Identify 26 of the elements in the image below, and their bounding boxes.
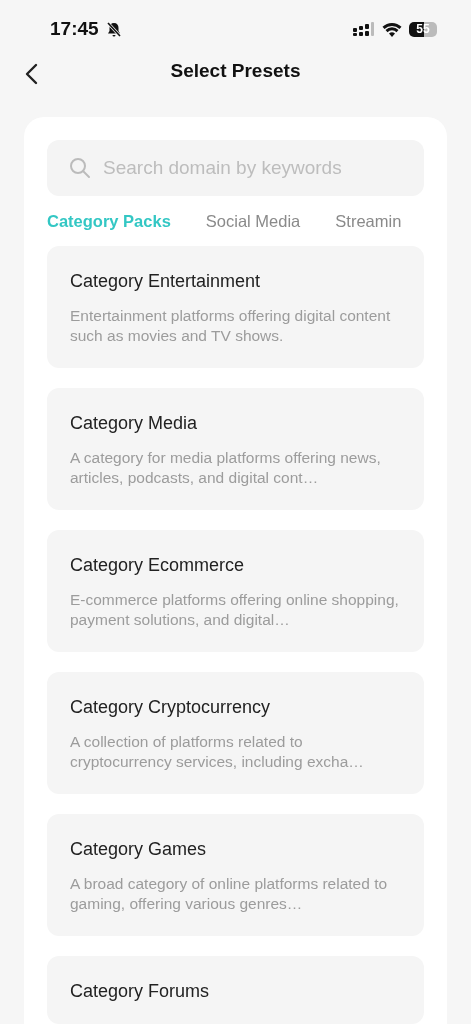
preset-description: A category for media platforms offering news, articles, podcasts, and digital cont… xyxy=(70,448,382,488)
preset-card[interactable]: Category Entertainment Entertainment platforms offering digital content such as movies and TV shows. xyxy=(47,246,424,368)
preset-card[interactable]: Category Cryptocurrency A collection of platforms related to cryptocurrency services, including excha… xyxy=(47,672,424,794)
category-tab[interactable]: Streamin xyxy=(335,211,402,231)
search-icon xyxy=(69,157,91,179)
status-time: 17:45 xyxy=(50,18,99,41)
preset-title: Category Cryptocurrency xyxy=(70,697,272,718)
preset-card[interactable]: Category Media A category for media platforms offering news, articles, podcasts, and digital cont… xyxy=(47,388,424,510)
preset-title: Category Forums xyxy=(70,981,211,1002)
preset-title: Category Media xyxy=(70,413,199,434)
preset-card[interactable]: Category Ecommerce E-commerce platforms offering online shopping, payment solutions, and digital… xyxy=(47,530,424,652)
preset-card[interactable]: Category Games A broad category of online platforms related to gaming, offering various genres… xyxy=(47,814,424,936)
preset-description: A collection of platforms related to cryptocurrency services, including excha… xyxy=(70,732,365,772)
category-tab[interactable]: Social Media xyxy=(205,211,301,231)
signal-icon xyxy=(353,22,375,37)
preset-description: A broad category of online platforms related to gaming, offering various genres… xyxy=(70,874,389,914)
preset-title: Category Ecommerce xyxy=(70,555,246,576)
preset-title: Category Entertainment xyxy=(70,271,262,292)
back-icon[interactable] xyxy=(24,63,38,86)
preset-title: Category Games xyxy=(70,839,208,860)
bell-off-icon xyxy=(105,20,122,38)
preset-description: Entertainment platforms offering digital content such as movies and TV shows. xyxy=(70,306,392,346)
page-title: Select Presets xyxy=(170,59,301,82)
wifi-icon xyxy=(382,21,402,37)
preset-description: E-commerce platforms offering online shopping, payment solutions, and digital… xyxy=(70,590,400,630)
preset-card[interactable]: Category Forums xyxy=(47,956,424,1024)
